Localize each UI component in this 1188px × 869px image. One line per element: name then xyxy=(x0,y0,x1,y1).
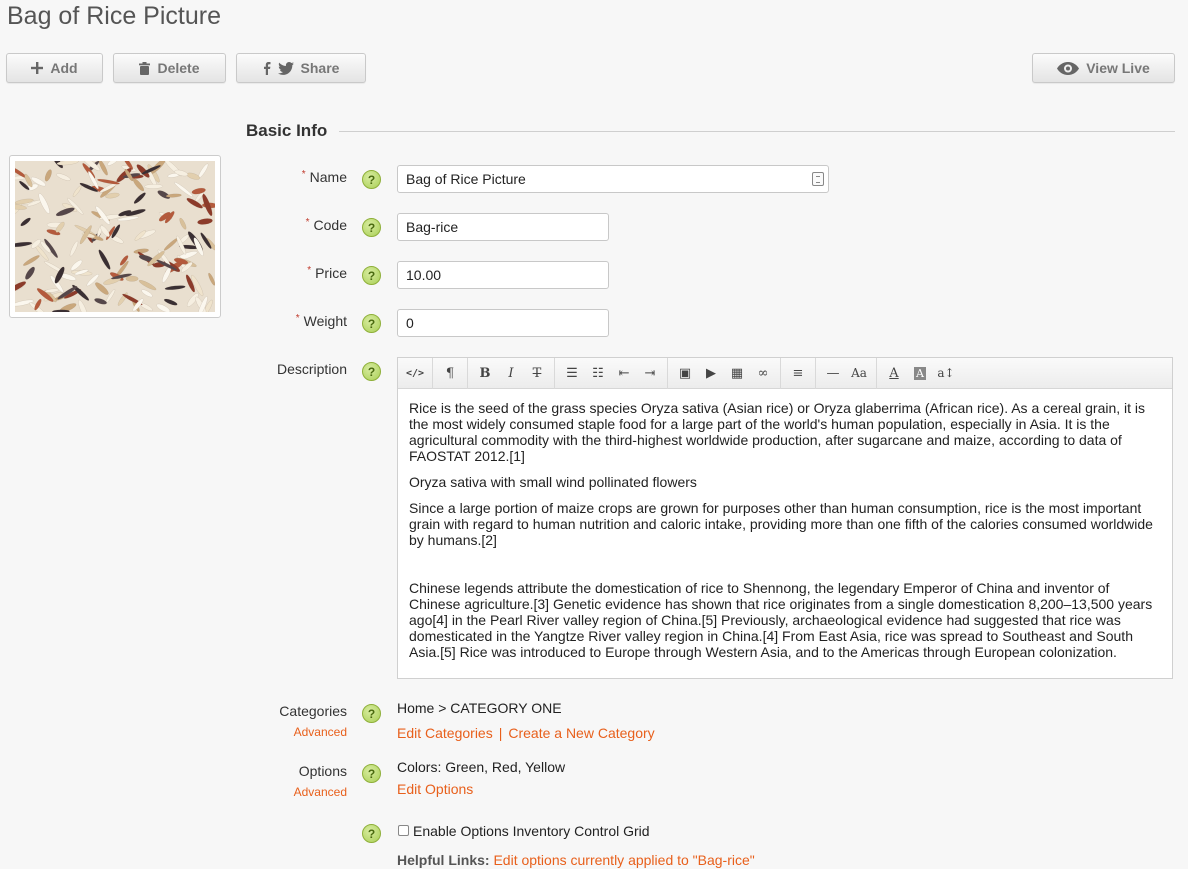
background-color-icon[interactable]: A xyxy=(907,361,933,385)
categories-help-icon[interactable]: ? xyxy=(362,704,381,723)
price-label: * Price xyxy=(307,265,347,281)
price-help-icon[interactable]: ? xyxy=(362,266,381,285)
strikethrough-icon[interactable]: T xyxy=(524,361,550,385)
edit-applied-options-link[interactable]: Edit options currently applied to "Bag-r… xyxy=(493,852,754,868)
categories-label: Categories xyxy=(279,703,347,719)
editor-content[interactable]: Rice is the seed of the grass species Or… xyxy=(398,389,1172,660)
options-help-icon[interactable]: ? xyxy=(362,764,381,783)
create-category-link[interactable]: Create a New Category xyxy=(508,725,654,741)
indent-icon[interactable]: ⇥ xyxy=(637,361,663,385)
line-height-icon[interactable]: a↕ xyxy=(933,361,959,385)
description-paragraph: Rice is the seed of the grass species Or… xyxy=(409,400,1146,464)
insert-video-icon[interactable]: ▶ xyxy=(698,361,724,385)
required-marker: * xyxy=(307,265,312,276)
code-input-value: Bag-rice xyxy=(406,219,459,235)
weight-help-icon[interactable]: ? xyxy=(362,314,381,333)
code-view-icon[interactable]: </> xyxy=(402,361,428,385)
delete-button[interactable]: Delete xyxy=(113,53,226,83)
name-help-icon[interactable]: ? xyxy=(362,170,381,189)
ordered-list-icon[interactable]: ☷ xyxy=(585,361,611,385)
options-value: Colors: Green, Red, Yellow xyxy=(397,759,566,775)
bold-icon[interactable]: B xyxy=(472,361,498,385)
weight-input-value: 0 xyxy=(406,315,414,331)
description-editor[interactable]: </> ¶ B I T ☰ ☷ ⇤ ⇥ ▣ ▶ ▦ ∞ ≡ — Aa A A a… xyxy=(397,357,1173,679)
add-button[interactable]: Add xyxy=(6,53,103,83)
description-paragraph: Oryza sativa with small wind pollinated … xyxy=(409,474,697,490)
share-button[interactable]: Share xyxy=(236,53,366,83)
required-marker: * xyxy=(295,313,300,324)
link-separator: | xyxy=(498,725,503,741)
font-size-icon[interactable]: Aa xyxy=(846,361,872,385)
insert-link-icon[interactable]: ∞ xyxy=(750,361,776,385)
horizontal-rule-icon[interactable]: — xyxy=(820,361,846,385)
section-heading-text: Basic Info xyxy=(246,121,328,140)
page-title: Bag of Rice Picture xyxy=(7,2,221,30)
description-label: Description xyxy=(276,361,347,377)
edit-options-link[interactable]: Edit Options xyxy=(397,781,473,797)
description-paragraph: Since a large portion of maize crops are… xyxy=(409,500,1153,548)
eye-icon xyxy=(1057,61,1080,75)
view-live-button-label: View Live xyxy=(1086,60,1150,76)
code-help-icon[interactable]: ? xyxy=(362,218,381,237)
share-button-label: Share xyxy=(300,60,340,76)
italic-icon[interactable]: I xyxy=(498,361,524,385)
twitter-icon xyxy=(277,61,294,75)
inventory-grid-checkbox[interactable] xyxy=(398,825,409,836)
helpful-links-label: Helpful Links: xyxy=(397,852,490,868)
section-heading-basic-info: Basic Info xyxy=(246,121,1175,141)
weight-label: * Weight xyxy=(295,313,347,329)
name-input-value: Bag of Rice Picture xyxy=(406,171,526,187)
description-paragraph: Chinese legends attribute the domesticat… xyxy=(409,580,1153,660)
unordered-list-icon[interactable]: ☰ xyxy=(559,361,585,385)
required-marker: * xyxy=(305,217,310,228)
edit-categories-link[interactable]: Edit Categories xyxy=(397,725,493,741)
weight-input[interactable]: 0 xyxy=(397,309,609,337)
insert-table-icon[interactable]: ▦ xyxy=(724,361,750,385)
plus-icon xyxy=(31,62,44,74)
font-color-icon[interactable]: A xyxy=(881,361,907,385)
view-live-button[interactable]: View Live xyxy=(1032,53,1175,83)
code-label: * Code xyxy=(305,217,347,233)
contact-card-icon[interactable] xyxy=(812,172,824,186)
add-button-label: Add xyxy=(50,60,78,76)
categories-links: Edit Categories | Create a New Category xyxy=(397,725,655,741)
name-label: * Name xyxy=(301,169,347,185)
inventory-help-icon[interactable]: ? xyxy=(362,824,381,843)
outdent-icon[interactable]: ⇤ xyxy=(611,361,637,385)
align-icon[interactable]: ≡ xyxy=(785,361,811,385)
section-divider xyxy=(339,130,1175,132)
options-label: Options xyxy=(298,763,347,779)
delete-button-label: Delete xyxy=(157,60,200,76)
paragraph-format-icon[interactable]: ¶ xyxy=(437,361,463,385)
description-help-icon[interactable]: ? xyxy=(362,362,381,381)
required-marker: * xyxy=(301,169,306,180)
inventory-checkbox-label[interactable]: Enable Options Inventory Control Grid xyxy=(413,823,650,839)
categories-advanced-link[interactable]: Advanced xyxy=(0,725,347,739)
helpful-links: Helpful Links: Edit options currently ap… xyxy=(397,852,755,868)
insert-image-icon[interactable]: ▣ xyxy=(672,361,698,385)
trash-icon xyxy=(139,61,151,75)
categories-value: Home > CATEGORY ONE xyxy=(397,700,562,716)
name-input[interactable]: Bag of Rice Picture xyxy=(397,165,829,193)
options-advanced-link[interactable]: Advanced xyxy=(0,785,347,799)
editor-toolbar: </> ¶ B I T ☰ ☷ ⇤ ⇥ ▣ ▶ ▦ ∞ ≡ — Aa A A a… xyxy=(398,357,1172,389)
price-input[interactable]: 10.00 xyxy=(397,261,609,289)
facebook-icon xyxy=(263,62,271,75)
price-input-value: 10.00 xyxy=(406,267,442,283)
code-input[interactable]: Bag-rice xyxy=(397,213,609,241)
